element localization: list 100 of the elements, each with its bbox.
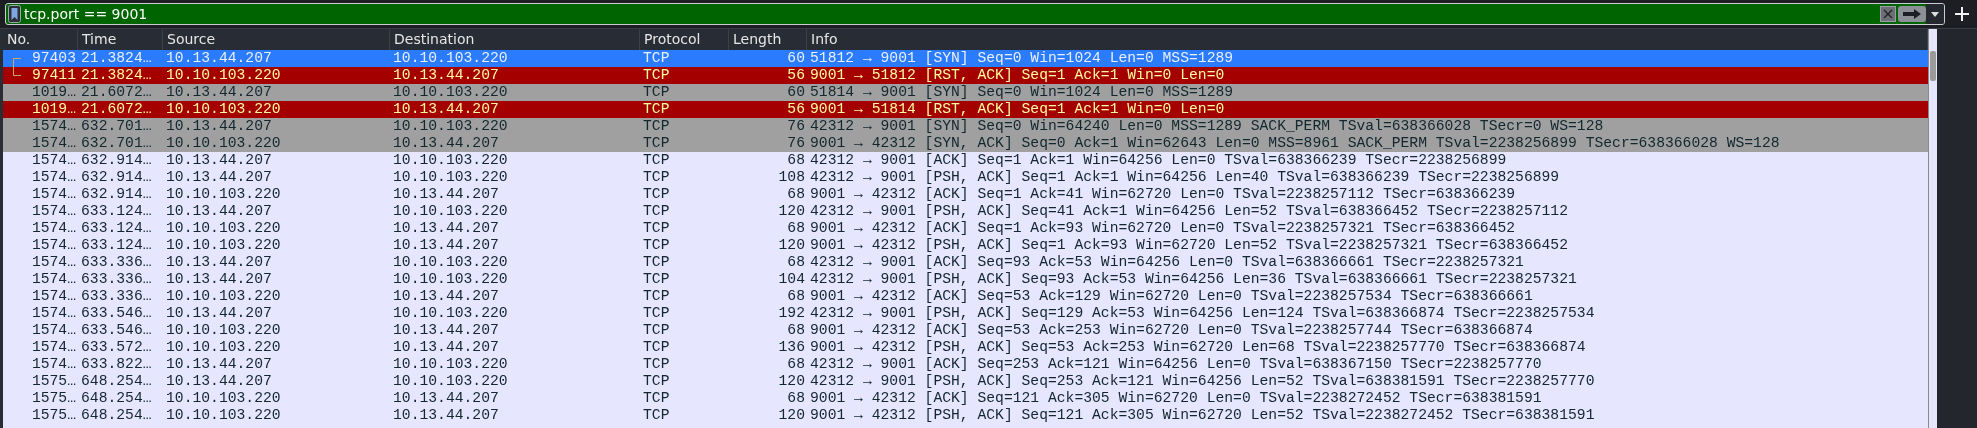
table-cell-text: TCP <box>642 356 671 373</box>
dropdown-button[interactable] <box>1926 4 1944 24</box>
table-cell-text: 10.10.103.220 <box>392 152 509 169</box>
packet-row[interactable]: 1019… 21.6072… 10.10.103.220 10.13.44.207 TCP 56 9001 → 51814 [RST, ACK] Seq=1 Ack=1 Win=0 Len=0 <box>3 101 1928 118</box>
table-cell-text: 76 <box>786 135 806 152</box>
plus-icon <box>1955 7 1969 21</box>
table-cell-text: 10.10.103.220 <box>392 271 509 288</box>
table-cell-text: 10.10.103.220 <box>165 101 282 118</box>
table-cell: 1574… <box>31 152 76 169</box>
table-cell-text: 68 <box>786 186 806 203</box>
table-cell: 1019… <box>31 84 76 101</box>
table-cell-text: 632.701… <box>80 135 153 152</box>
table-cell-text: 68 <box>786 390 806 407</box>
table-cell-text: TCP <box>642 203 671 220</box>
table-cell: 1575… <box>31 407 76 424</box>
table-cell-text: 10.13.44.207 <box>392 101 500 118</box>
table-cell-text: 68 <box>786 322 806 339</box>
table-cell-text: 10.13.44.207 <box>392 67 500 84</box>
table-cell-text: TCP <box>642 237 671 254</box>
table-cell-text: 9001 → 42312 [PSH, ACK] Seq=53 Ack=253 Win=62720 Len=68 TSval=2238257770 TSecr=638366874 <box>809 339 1587 356</box>
packet-row[interactable]: 1574… 632.701… 10.10.103.220 10.13.44.207 TCP 76 9001 → 42312 [SYN, ACK] Seq=0 Ack=1 Win=62643 Len=0 MSS=8961 SACK_PERM TSval=2238256899 TSecr=638366028 WS=128 <box>3 135 1928 152</box>
arrow-icon <box>1901 8 1923 20</box>
table-cell-text: TCP <box>642 101 671 118</box>
table-cell-text: 633.822… <box>80 356 153 373</box>
table-cell-text: 10.13.44.207 <box>165 305 273 322</box>
table-cell-text: 10.13.44.207 <box>165 373 273 390</box>
table-cell-text: 10.10.103.220 <box>165 67 282 84</box>
table-cell-text: 42312 → 9001 [SYN] Seq=0 Win=64240 Len=0 MSS=1289 SACK_PERM TSval=638366028 TSecr=0 WS=128 <box>809 118 1605 135</box>
table-cell: 1574… <box>31 135 76 152</box>
table-cell-text: 10.13.44.207 <box>165 169 273 186</box>
table-cell-text: 648.254… <box>80 373 153 390</box>
table-cell-text: 9001 → 51814 [RST, ACK] Seq=1 Ack=1 Win=0 Len=0 <box>809 101 1226 118</box>
clear-button[interactable] <box>1880 6 1896 22</box>
table-cell-text: 10.13.44.207 <box>392 220 500 237</box>
table-cell-text: TCP <box>642 407 671 424</box>
table-cell-text: 10.13.44.207 <box>392 339 500 356</box>
table-cell-text: 9001 → 42312 [PSH, ACK] Seq=1 Ack=93 Win=62720 Len=52 TSval=2238257321 TSecr=638366452 <box>809 237 1569 254</box>
table-cell-text: 633.124… <box>80 203 153 220</box>
table-cell-text: 42312 → 9001 [ACK] Seq=253 Ack=121 Win=64256 Len=0 TSval=638367150 TSecr=2238257770 <box>809 356 1543 373</box>
table-cell-text: 120 <box>777 203 806 220</box>
packet-row[interactable]: 1019… 21.6072… 10.13.44.207 10.10.103.220 TCP 60 51814 → 9001 [SYN] Seq=0 Win=1024 Len=0 MSS=1289 <box>3 84 1928 101</box>
packet-row[interactable]: 1574… 632.701… 10.13.44.207 10.10.103.220 TCP 76 42312 → 9001 [SYN] Seq=0 Win=64240 Len=0 MSS=1289 SACK_PERM TSval=638366028 TSecr=0 WS=128 <box>3 118 1928 135</box>
table-cell-text: 10.13.44.207 <box>392 288 500 305</box>
table-cell-text: TCP <box>642 339 671 356</box>
apply-button[interactable] <box>1898 6 1926 22</box>
table-cell-text: 68 <box>786 254 806 271</box>
table-cell-text: 10.10.103.220 <box>392 305 509 322</box>
table-cell: 1574… <box>31 356 76 373</box>
table-cell-text: 68 <box>786 288 806 305</box>
table-cell-text: 56 <box>786 67 806 84</box>
table-cell-text: 42312 → 9001 [PSH, ACK] Seq=129 Ack=53 Win=64256 Len=124 TSval=638366874 TSecr=2238257534 <box>809 305 1596 322</box>
table-cell-text: 120 <box>777 407 806 424</box>
table-cell: 1575… <box>31 390 76 407</box>
scrollbar-thumb[interactable] <box>1930 51 1936 81</box>
table-cell-text: 21.6072… <box>80 84 153 101</box>
table-cell-text: 9001 → 42312 [ACK] Seq=121 Ack=305 Win=62720 Len=0 TSval=2238272452 TSecr=638381591 <box>809 390 1543 407</box>
table-cell-text: 632.701… <box>80 118 153 135</box>
table-cell-text: 10.10.103.220 <box>165 407 282 424</box>
table-cell-text: 632.914… <box>80 152 153 169</box>
table-cell-text: 76 <box>786 118 806 135</box>
table-cell: 1574… <box>31 203 76 220</box>
table-cell-text: 10.13.44.207 <box>165 84 273 101</box>
table-cell-text: 68 <box>786 220 806 237</box>
table-cell-text: TCP <box>642 50 671 67</box>
table-cell: 1574… <box>31 288 76 305</box>
table-cell-text: 10.10.103.220 <box>392 118 509 135</box>
table-cell-text: 10.13.44.207 <box>392 186 500 203</box>
table-cell-text: 10.10.103.220 <box>392 50 509 67</box>
table-cell-text: 21.3824… <box>80 50 153 67</box>
table-cell: 1574… <box>31 271 76 288</box>
table-cell: 1574… <box>31 305 76 322</box>
table-cell-text: 10.10.103.220 <box>392 169 509 186</box>
table-cell: 1574… <box>31 237 76 254</box>
table-cell-text: TCP <box>642 322 671 339</box>
table-cell-text: 9001 → 42312 [ACK] Seq=1 Ack=93 Win=62720 Len=0 TSval=2238257321 TSecr=638366452 <box>809 220 1517 237</box>
table-cell-text: 120 <box>777 373 806 390</box>
table-cell-text: 51814 → 9001 [SYN] Seq=0 Win=1024 Len=0 MSS=1289 <box>809 84 1235 101</box>
table-cell-text: 633.336… <box>80 288 153 305</box>
close-icon <box>1881 7 1895 21</box>
table-cell-text: 648.254… <box>80 407 153 424</box>
table-cell-text: 10.10.103.220 <box>165 339 282 356</box>
table-cell-text: 633.546… <box>80 322 153 339</box>
table-cell-text: 56 <box>786 101 806 118</box>
table-cell: 1574… <box>31 118 76 135</box>
table-cell-text: 104 <box>777 271 806 288</box>
table-cell-text: 10.13.44.207 <box>165 271 273 288</box>
table-cell-text: 42312 → 9001 [PSH, ACK] Seq=41 Ack=1 Win=64256 Len=52 TSval=638366452 TSecr=2238257112 <box>809 203 1569 220</box>
table-cell-text: 632.914… <box>80 186 153 203</box>
table-cell-text: 120 <box>777 237 806 254</box>
table-cell-text: 10.10.103.220 <box>165 288 282 305</box>
table-cell-text: 42312 → 9001 [ACK] Seq=1 Ack=1 Win=64256 Len=0 TSval=638366239 TSecr=2238256899 <box>809 152 1508 169</box>
table-cell-text: 9001 → 42312 [ACK] Seq=53 Ack=253 Win=62720 Len=0 TSval=2238257744 TSecr=638366874 <box>809 322 1534 339</box>
table-cell-text: 108 <box>777 169 806 186</box>
bookmark-icon[interactable] <box>8 5 21 23</box>
table-cell-text: TCP <box>642 186 671 203</box>
table-cell-text: TCP <box>642 254 671 271</box>
table-cell: 1574… <box>31 169 76 186</box>
packet-row[interactable]: 97411 21.3824… 10.10.103.220 10.13.44.207 TCP 56 9001 → 51812 [RST, ACK] Seq=1 Ack=1 Win=0 Len=0 <box>3 67 1928 84</box>
scrollbar[interactable] <box>1928 29 1937 428</box>
table-cell-text: TCP <box>642 271 671 288</box>
